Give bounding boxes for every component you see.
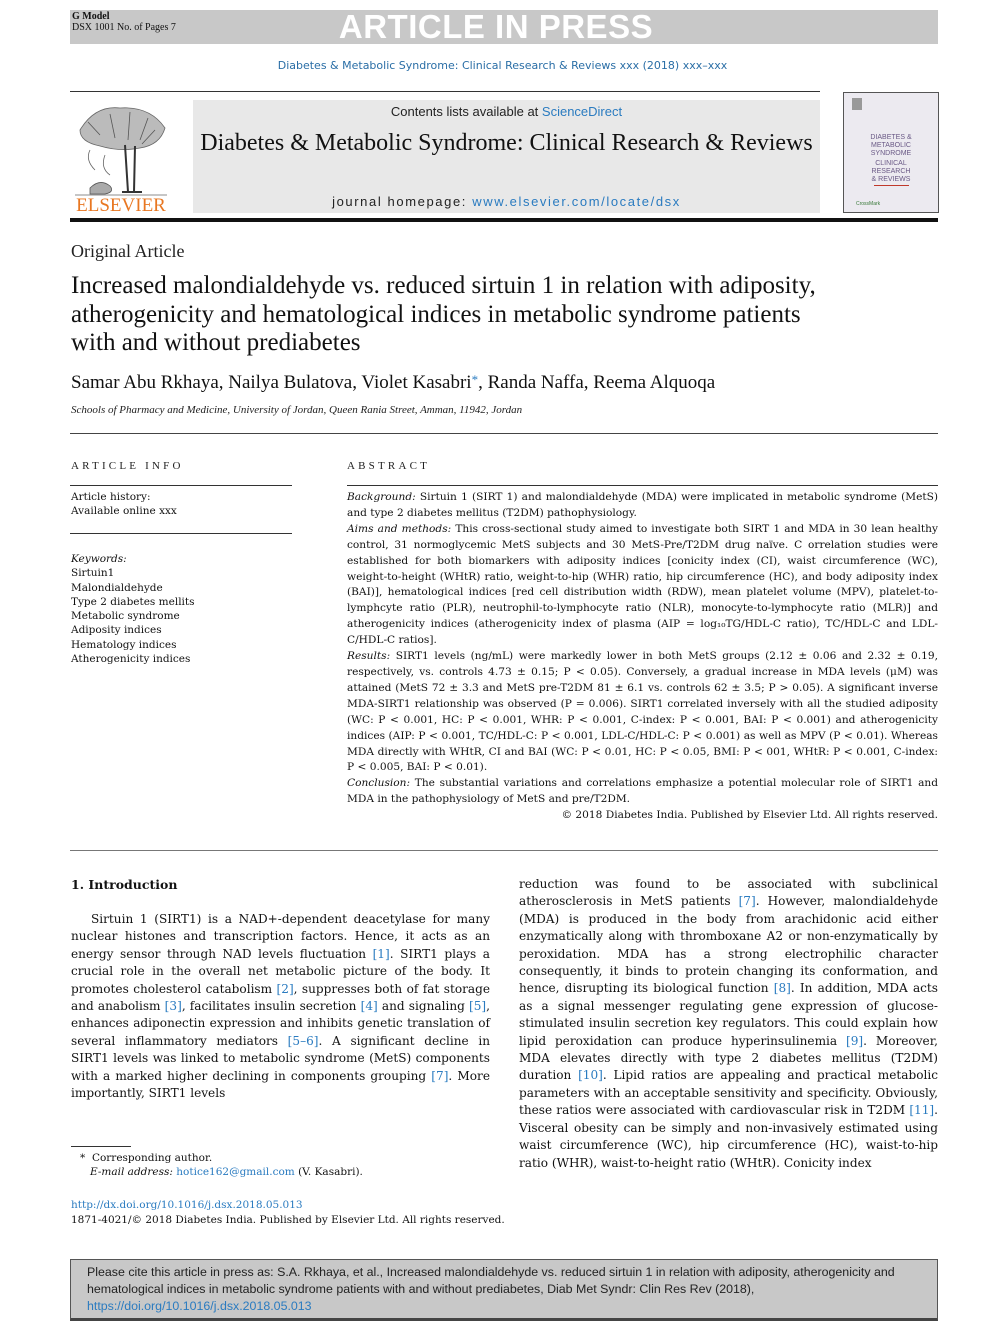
keyword: Malondialdehyde — [71, 581, 163, 594]
citation-reference-link[interactable]: [8] — [774, 981, 791, 995]
sciencedirect-link[interactable]: ScienceDirect — [542, 104, 622, 119]
keyword: Atherogenicity indices — [71, 653, 191, 666]
journal-homepage-link[interactable]: www.elsevier.com/locate/dsx — [472, 194, 681, 209]
masthead-top-divider — [70, 91, 820, 92]
homepage-prefix: journal homepage: — [332, 194, 473, 209]
citation-reference-link[interactable]: [4] — [361, 999, 378, 1013]
citation-reference-link[interactable]: [5] — [469, 999, 486, 1013]
journal-title: Diabetes & Metabolic Syndrome: Clinical … — [200, 130, 813, 156]
keywords-list: Keywords: Sirtuin1 Malondialdehyde Type … — [71, 552, 195, 666]
crossmark-badge: CrossMark — [856, 201, 881, 207]
footnote-divider — [71, 1146, 131, 1147]
email-owner: (V. Kasabri). — [294, 1166, 363, 1178]
citation-reference-link[interactable]: [3] — [165, 999, 182, 1013]
doi-block: http://dx.doi.org/10.1016/j.dsx.2018.05.… — [71, 1198, 505, 1228]
abstract-text: This cross-sectional study aimed to inve… — [347, 522, 938, 647]
masthead-bottom-divider — [70, 218, 938, 222]
contents-prefix: Contents lists available at — [390, 104, 542, 119]
cover-line: METABOLIC — [871, 142, 911, 149]
elsevier-wordmark: ELSEVIER — [76, 195, 166, 213]
affiliation: Schools of Pharmacy and Medicine, Univer… — [71, 404, 523, 416]
abstract-text: SIRT1 levels (ng/mL) were markedly lower… — [347, 650, 938, 774]
author-email-link[interactable]: hotice162@gmail.com — [176, 1166, 294, 1178]
abstract-label: Results: — [347, 650, 391, 663]
abstract-divider — [347, 485, 938, 486]
abstract-label: Conclusion: — [347, 777, 411, 790]
authors-first[interactable]: Samar Abu Rkhaya, Nailya Bulatova, Viole… — [71, 372, 472, 393]
abstract-bottom-divider — [70, 850, 938, 851]
article-type: Original Article — [71, 241, 185, 261]
abstract-results: Results: SIRT1 levels (ng/mL) were marke… — [347, 649, 938, 776]
abstract-text: Sirtuin 1 (SIRT 1) and malondialdehyde (… — [347, 491, 938, 519]
article-history: Article history: Available online xxx — [71, 490, 177, 518]
keywords-label: Keywords: — [71, 553, 127, 565]
corresponding-author-note: Corresponding author. — [91, 1152, 213, 1164]
title-divider — [70, 433, 938, 434]
elsevier-logo[interactable]: ELSEVIER — [70, 100, 172, 216]
author-list: Samar Abu Rkhaya, Nailya Bulatova, Viole… — [71, 372, 715, 394]
keyword: Metabolic syndrome — [71, 610, 180, 623]
journal-cover-image: DIABETES & METABOLIC SYNDROME CLINICAL R… — [852, 98, 912, 207]
abstract-conclusion: Conclusion: The substantial variations a… — [347, 776, 938, 808]
cover-line: DIABETES & — [870, 134, 912, 141]
body-text: , facilitates insulin secretion — [181, 999, 361, 1014]
article-info-heading: ARTICLE INFO — [71, 460, 184, 472]
body-column-left: Sirtuin 1 (SIRT1) is a NAD+-dependent de… — [71, 911, 490, 1102]
keyword: Adiposity indices — [71, 624, 162, 637]
abstract-aims-methods: Aims and methods: This cross-sectional s… — [347, 522, 938, 649]
abstract-label: Aims and methods: — [347, 522, 452, 535]
contents-line: Contents lists available at ScienceDirec… — [193, 104, 820, 119]
citation-reference-link[interactable]: [10] — [578, 1068, 603, 1082]
cover-line: CLINICAL — [875, 160, 907, 167]
article-title: Increased malondialdehyde vs. reduced si… — [71, 272, 816, 356]
citation-reference-link[interactable]: [7] — [739, 894, 756, 908]
elsevier-tree-icon: ELSEVIER — [75, 107, 167, 216]
citation-reference-link[interactable]: [2] — [277, 982, 294, 996]
cover-line: & REVIEWS — [872, 176, 911, 183]
abstract-body: Background: Sirtuin 1 (SIRT 1) and malon… — [347, 490, 938, 824]
authors-rest[interactable]: , Randa Naffa, Reema Alquoqa — [478, 372, 715, 393]
keyword: Type 2 diabetes mellits — [71, 595, 195, 608]
issn-copyright: 1871-4021/© 2018 Diabetes India. Publish… — [71, 1214, 505, 1226]
abstract-copyright: © 2018 Diabetes India. Published by Else… — [561, 809, 938, 822]
abstract-label: Background: — [347, 491, 416, 503]
footnote: * Corresponding author. E-mail address: … — [80, 1151, 363, 1179]
history-value: Available online xxx — [71, 505, 177, 517]
article-status: ARTICLE IN PRESS — [338, 8, 654, 45]
body-column-right: reduction was found to be associated wit… — [519, 876, 938, 1172]
citation-reference-link[interactable]: [9] — [846, 1034, 863, 1048]
abstract-heading: ABSTRACT — [347, 460, 431, 472]
citation-reference-link[interactable]: [11] — [909, 1103, 934, 1117]
body-text: and signaling — [377, 999, 470, 1014]
citation-reference-link[interactable]: [7] — [431, 1069, 448, 1083]
cover-line: RESEARCH — [872, 168, 911, 175]
journal-cover-thumbnail[interactable]: DIABETES & METABOLIC SYNDROME CLINICAL R… — [843, 92, 939, 213]
abstract-text: The substantial variations and correlati… — [347, 777, 938, 806]
citation-text: Please cite this article in press as: S.… — [87, 1264, 923, 1315]
abstract-background: Background: Sirtuin 1 (SIRT 1) and malon… — [347, 490, 938, 522]
doi-link[interactable]: http://dx.doi.org/10.1016/j.dsx.2018.05.… — [71, 1199, 303, 1211]
section-heading-introduction: 1. Introduction — [71, 877, 178, 892]
cover-line: SYNDROME — [871, 150, 912, 157]
article-info-divider — [70, 485, 292, 486]
journal-reference[interactable]: Diabetes & Metabolic Syndrome: Clinical … — [0, 59, 992, 72]
citation-reference-link[interactable]: [5–6] — [288, 1034, 319, 1048]
journal-homepage-line: journal homepage: www.elsevier.com/locat… — [193, 194, 820, 209]
citation-reference-link[interactable]: [1] — [373, 947, 390, 961]
keywords-divider — [70, 533, 292, 534]
history-label: Article history: — [71, 491, 151, 503]
email-label: E-mail address: — [90, 1166, 173, 1178]
keyword: Hematology indices — [71, 638, 177, 651]
keyword: Sirtuin1 — [71, 567, 115, 580]
citation-body: Please cite this article in press as: S.… — [87, 1265, 895, 1296]
citation-doi-link[interactable]: https://doi.org/10.1016/j.dsx.2018.05.01… — [87, 1299, 312, 1313]
footnote-marker: * — [80, 1152, 86, 1164]
